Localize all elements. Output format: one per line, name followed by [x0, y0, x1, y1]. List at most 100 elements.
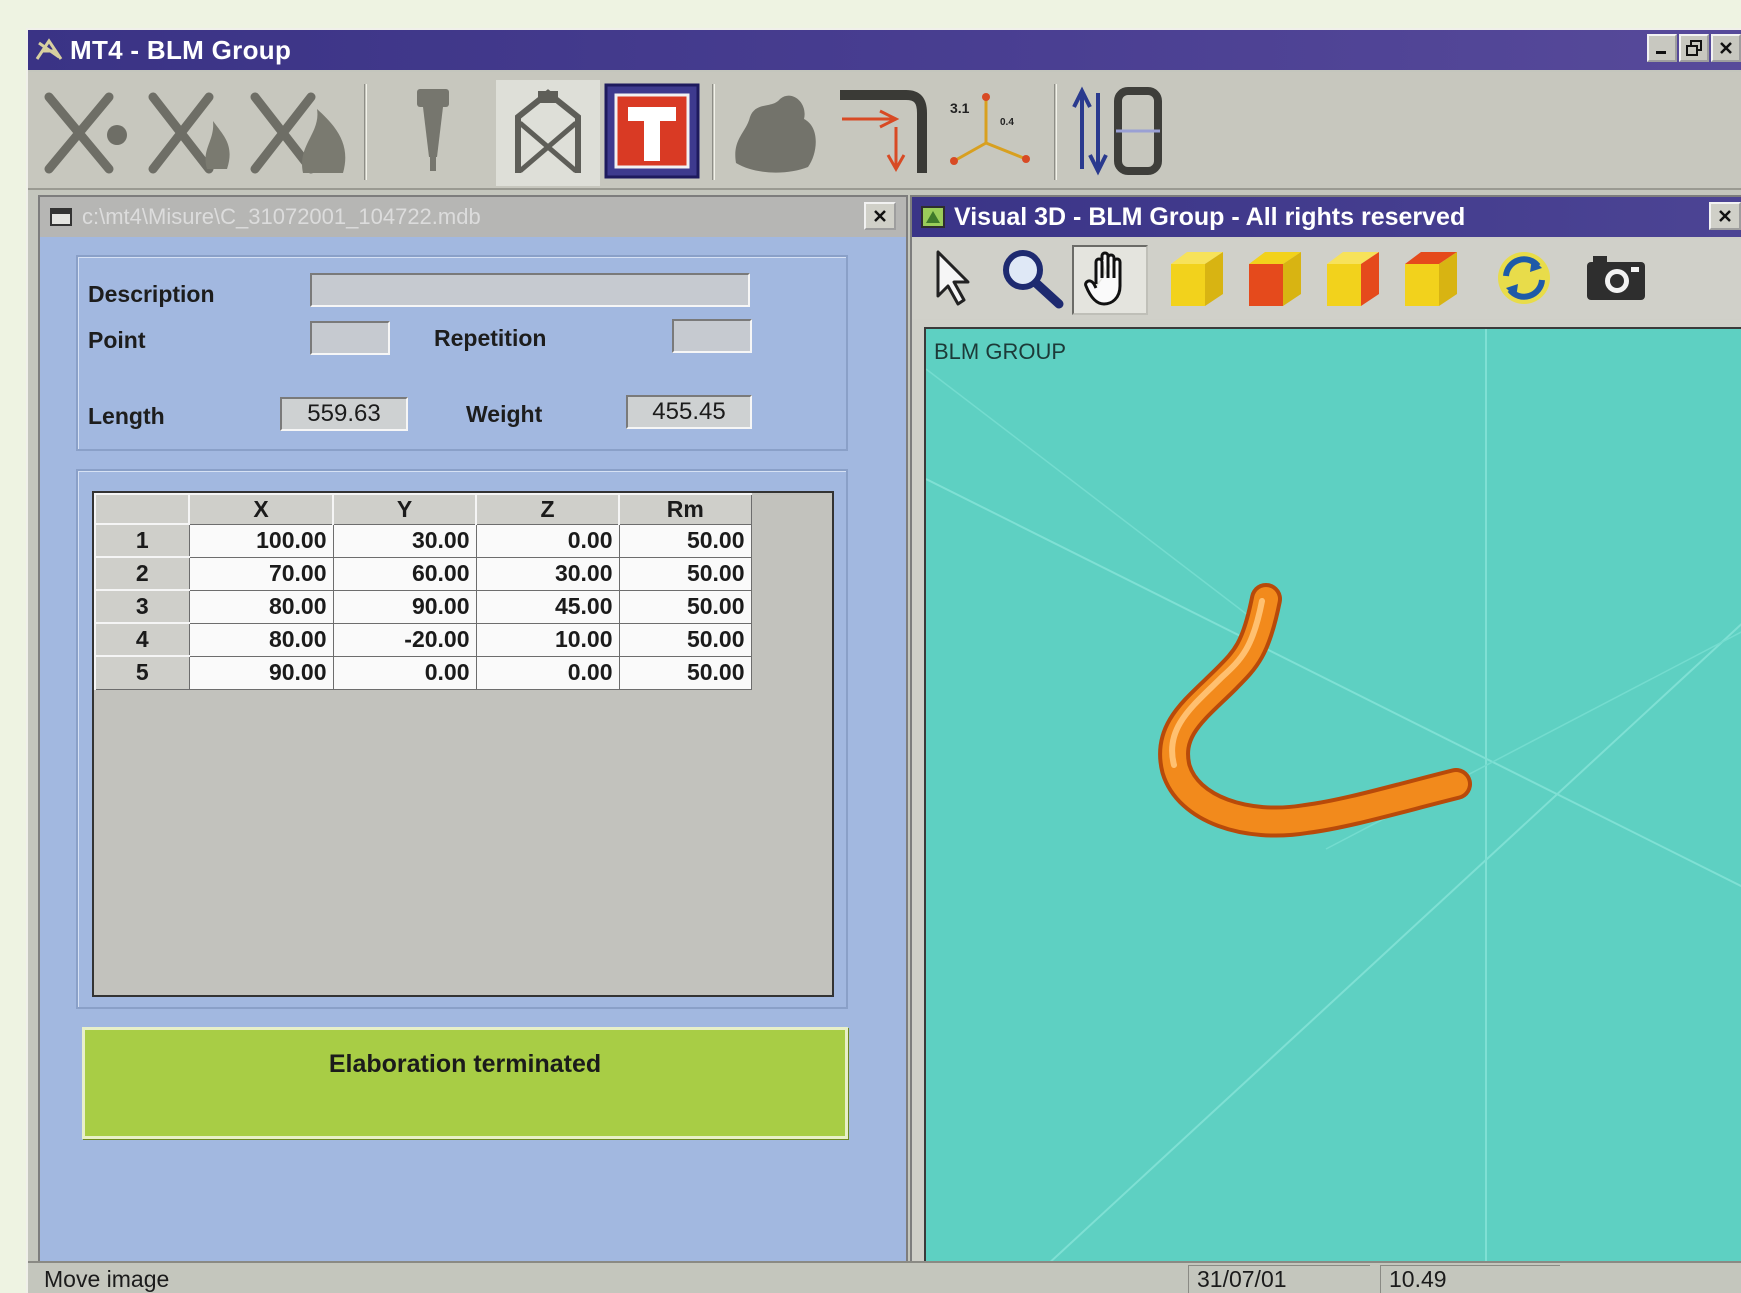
zoom-tool-button[interactable] [994, 245, 1070, 315]
repetition-label: Repetition [434, 325, 547, 351]
cell-x[interactable]: 70.00 [188, 556, 334, 591]
pointer-tool-button[interactable] [916, 245, 992, 315]
cell-x[interactable]: 80.00 [188, 622, 334, 657]
t-measure-button[interactable] [602, 80, 702, 186]
axes-3d-icon: 3.1 0.4 [944, 83, 1044, 184]
column-header-z[interactable]: Z [475, 493, 620, 525]
cell-rm[interactable]: 50.00 [618, 523, 752, 558]
column-header-rm[interactable]: Rm [618, 493, 752, 525]
3d-viewport[interactable]: BLM GROUP [924, 327, 1741, 1262]
weight-field[interactable]: 455.45 [626, 395, 752, 429]
table-row[interactable]: 3 80.00 90.00 45.00 50.00 [94, 589, 752, 624]
window-title: MT4 - BLM Group [70, 34, 292, 65]
cube-view-iso-icon [1165, 246, 1231, 315]
cell-z[interactable]: 0.00 [475, 655, 620, 690]
row-number[interactable]: 5 [94, 655, 190, 690]
table-row[interactable]: 4 80.00 -20.00 10.00 50.00 [94, 622, 752, 657]
status-time: 10.49 [1380, 1265, 1560, 1293]
weight-label: Weight [466, 401, 543, 427]
minimize-button[interactable] [1647, 34, 1677, 62]
repetition-field[interactable] [672, 319, 752, 353]
view-side-button[interactable] [1316, 245, 1392, 315]
description-label: Description [88, 281, 215, 307]
cell-z[interactable]: 10.00 [475, 622, 620, 657]
measure-panel-close-button[interactable] [864, 202, 896, 230]
length-field[interactable]: 559.63 [280, 397, 408, 431]
close-button[interactable] [1711, 34, 1741, 62]
visual3d-toolbar [912, 239, 1741, 319]
viewport-scene [926, 329, 1741, 1262]
cutting-tool-button[interactable] [36, 80, 138, 186]
title-bar[interactable]: MT4 - BLM Group [28, 30, 1741, 70]
column-header-x[interactable]: X [188, 493, 334, 525]
cell-z[interactable]: 30.00 [475, 556, 620, 591]
pointer-icon [928, 248, 980, 313]
main-toolbar: 3.1 0.4 [28, 72, 1741, 190]
view-iso-button[interactable] [1160, 245, 1236, 315]
visual3d-title: Visual 3D - BLM Group - All rights reser… [954, 202, 1466, 231]
elaboration-status-text: Elaboration terminated [328, 1050, 602, 1078]
cell-rm[interactable]: 50.00 [618, 622, 752, 657]
bend-dimensions-icon [832, 83, 932, 184]
rotate-icon [1492, 246, 1556, 315]
cell-z[interactable]: 0.00 [475, 523, 620, 558]
table-row[interactable]: 1 100.00 30.00 0.00 50.00 [94, 523, 752, 558]
cell-rm[interactable]: 50.00 [618, 556, 752, 591]
view-front-button[interactable] [1238, 245, 1314, 315]
cell-x[interactable]: 80.00 [188, 589, 334, 624]
axes-label-a: 3.1 [950, 100, 970, 116]
fixture-button[interactable] [496, 80, 600, 186]
camera-icon [1583, 250, 1649, 311]
cube-view-side-icon [1321, 246, 1387, 315]
measure-panel-titlebar[interactable]: c:\mt4\Misure\C_31072001_104722.mdb [40, 197, 906, 237]
row-number[interactable]: 3 [94, 589, 190, 624]
column-header-y[interactable]: Y [332, 493, 477, 525]
cell-y[interactable]: 90.00 [332, 589, 477, 624]
cell-x[interactable]: 100.00 [188, 523, 334, 558]
visual3d-panel: Visual 3D - BLM Group - All rights reser… [910, 195, 1741, 1290]
cutting-tool-flame-icon [143, 83, 239, 184]
view-top-button[interactable] [1394, 245, 1470, 315]
app-logo-icon [32, 35, 66, 65]
length-label: Length [88, 403, 165, 429]
cell-y[interactable]: -20.00 [332, 622, 477, 657]
points-grid[interactable]: X Y Z Rm 1 100.00 30.00 0.00 50.00 2 70.… [92, 491, 834, 997]
pan-hand-icon [1082, 248, 1138, 313]
description-field[interactable] [310, 273, 750, 307]
cube-view-top-icon [1399, 246, 1465, 315]
cell-y[interactable]: 60.00 [332, 556, 477, 591]
cell-rm[interactable]: 50.00 [618, 655, 752, 690]
cell-z[interactable]: 45.00 [475, 589, 620, 624]
column-header-corner [94, 493, 190, 525]
point-field[interactable] [310, 321, 390, 355]
fixture-icon [508, 83, 588, 184]
row-number[interactable]: 1 [94, 523, 190, 558]
cloud-points-button[interactable] [724, 80, 828, 186]
table-row[interactable]: 5 90.00 0.00 0.00 50.00 [94, 655, 752, 690]
restore-button[interactable] [1679, 34, 1709, 62]
tube-length-button[interactable] [1064, 80, 1176, 186]
visual3d-close-button[interactable] [1709, 202, 1741, 230]
cell-y[interactable]: 0.00 [332, 655, 477, 690]
row-number[interactable]: 2 [94, 556, 190, 591]
cutting-tool-flame-button[interactable] [140, 80, 242, 186]
bend-dimensions-button[interactable] [830, 80, 934, 186]
visual3d-titlebar[interactable]: Visual 3D - BLM Group - All rights reser… [912, 197, 1741, 237]
snapshot-button[interactable] [1578, 245, 1654, 315]
row-number[interactable]: 4 [94, 622, 190, 657]
main-window: MT4 - BLM Group 3.1 0.4 c:\mt4\Misure\C_… [26, 28, 1741, 1293]
cell-rm[interactable]: 50.00 [618, 589, 752, 624]
axes-3d-button[interactable]: 3.1 0.4 [938, 80, 1050, 186]
cutting-tool-large-button[interactable] [244, 80, 354, 186]
cutting-tool-icon [39, 83, 135, 184]
table-row[interactable]: 2 70.00 60.00 30.00 50.00 [94, 556, 752, 591]
cutting-tool-large-icon [247, 83, 351, 184]
probe-button[interactable] [378, 80, 488, 186]
pan-tool-button[interactable] [1072, 245, 1148, 315]
cell-x[interactable]: 90.00 [188, 655, 334, 690]
cell-y[interactable]: 30.00 [332, 523, 477, 558]
elaboration-status-banner: Elaboration terminated [82, 1027, 848, 1139]
rotate-button[interactable] [1486, 245, 1562, 315]
point-label: Point [88, 327, 146, 353]
table-header-row: X Y Z Rm [94, 493, 752, 525]
